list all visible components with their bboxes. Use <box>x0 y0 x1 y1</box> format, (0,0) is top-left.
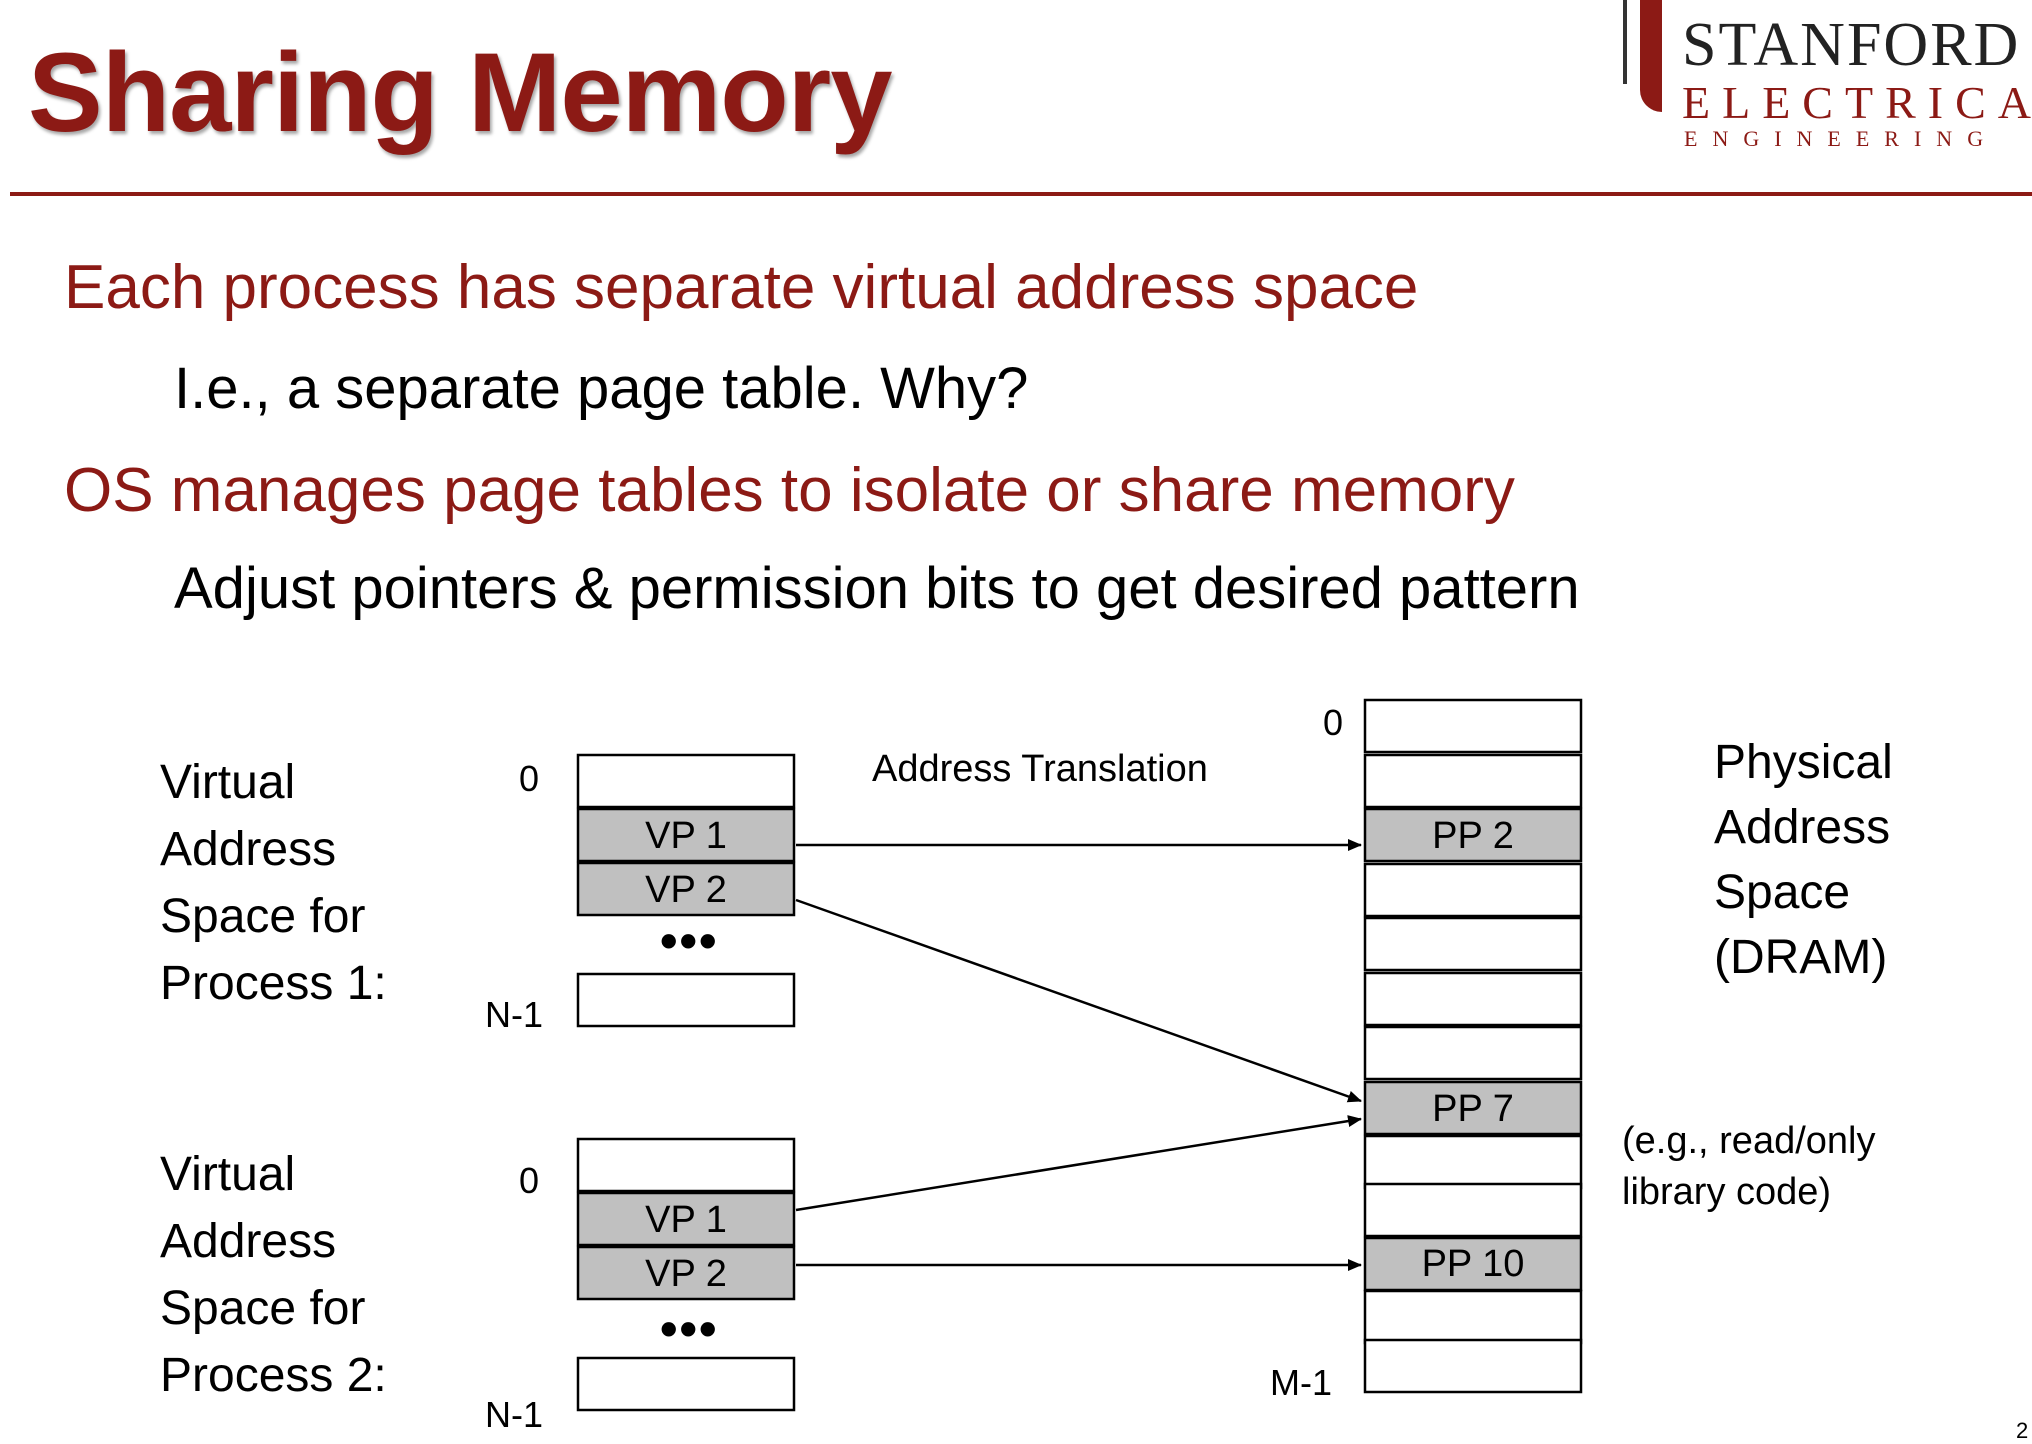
process1-label-line: Address <box>160 823 337 876</box>
arrow-p2-vp1-pp7 <box>795 1115 1362 1212</box>
frame-11 <box>1363 1289 1583 1345</box>
physical-index-start: 0 <box>1323 702 1344 743</box>
p2-page-last <box>576 1356 796 1412</box>
process1-label: Virtual Address Space for Process 1: <box>160 749 387 1017</box>
p2-vp2-label: VP 2 <box>645 1253 727 1295</box>
pp10-label: PP 10 <box>1421 1243 1525 1285</box>
process2-label-line: Virtual <box>160 1148 296 1201</box>
process2-index-end: N-1 <box>485 1394 544 1435</box>
process2-label-line: Process 2: <box>160 1349 387 1402</box>
pp7-label: PP 7 <box>1432 1088 1514 1130</box>
physical-frames <box>1363 698 1583 1394</box>
note-line: library code) <box>1622 1171 1832 1213</box>
physical-label: Physical Address Space (DRAM) <box>1714 730 1893 990</box>
p1-vp1-label: VP 1 <box>645 815 727 857</box>
p1-page-0 <box>576 753 796 809</box>
process2-label-line: Address <box>160 1215 337 1268</box>
physical-label-line: Address <box>1714 801 1891 854</box>
frame-5 <box>1363 971 1583 1027</box>
p2-ellipsis: ••• <box>660 1301 719 1357</box>
frame-6 <box>1363 1025 1583 1081</box>
frame-3 <box>1363 862 1583 918</box>
note-line: (e.g., read/only <box>1622 1120 1876 1162</box>
address-translation-label: Address Translation <box>872 748 1208 790</box>
arrow-p1-vp2-pp7 <box>795 898 1362 1103</box>
p2-vp1-label: VP 1 <box>645 1199 727 1241</box>
process2-label: Virtual Address Space for Process 2: <box>160 1141 387 1409</box>
frame-4 <box>1363 916 1583 972</box>
p1-ellipsis: ••• <box>660 913 719 969</box>
p2-page-0 <box>576 1137 796 1193</box>
pp2-label: PP 2 <box>1432 815 1514 857</box>
page-number: 2 <box>2016 1418 2029 1443</box>
process2-label-line: Space for <box>160 1282 366 1335</box>
physical-label-line: Space <box>1714 866 1851 919</box>
frame-8 <box>1363 1134 1583 1190</box>
shared-page-note: (e.g., read/only library code) <box>1622 1116 1875 1218</box>
physical-index-end: M-1 <box>1270 1362 1332 1403</box>
physical-label-line: (DRAM) <box>1714 931 1888 984</box>
frame-12 <box>1363 1338 1583 1394</box>
mapping-arrows <box>795 839 1362 1271</box>
p1-vp2-label: VP 2 <box>645 869 727 911</box>
process1-label-line: Virtual <box>160 756 296 809</box>
process1-index-end: N-1 <box>485 994 544 1035</box>
process1-label-line: Process 1: <box>160 957 387 1010</box>
process2-index-start: 0 <box>519 1160 540 1201</box>
process1-label-line: Space for <box>160 890 366 943</box>
frame-0 <box>1363 698 1583 754</box>
process1-index-start: 0 <box>519 758 540 799</box>
p1-page-last <box>576 972 796 1028</box>
frame-9 <box>1363 1182 1583 1238</box>
frame-1 <box>1363 753 1583 809</box>
physical-label-line: Physical <box>1714 736 1893 789</box>
